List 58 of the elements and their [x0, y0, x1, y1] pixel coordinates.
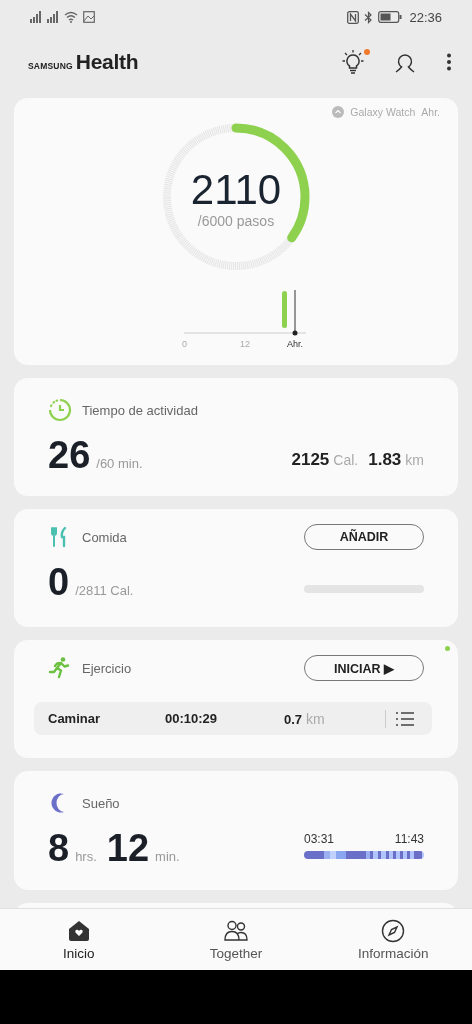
nav-tab[interactable]: Información	[314, 909, 472, 970]
distance-unit: km	[306, 710, 325, 727]
workout-type: Caminar	[48, 711, 102, 726]
sleep-card[interactable]: Sueño 8 hrs. 12 min. 03:31 11:43	[14, 771, 458, 890]
signal-icon	[47, 11, 59, 23]
axis-label: 12	[240, 339, 250, 349]
hours-unit: hrs.	[75, 849, 97, 864]
calories-unit: Cal.	[333, 452, 359, 468]
source-label: Galaxy Watch	[350, 106, 416, 118]
more-options-icon[interactable]	[446, 53, 452, 71]
watch-icon	[332, 106, 345, 118]
sleep-minutes: 12	[106, 829, 150, 867]
steps-card[interactable]: Galaxy Watch Ahr. 2110 /6000 pasos 0 12 Ahr.	[14, 98, 458, 365]
card-title: Ejercicio	[82, 660, 132, 676]
bluetooth-icon	[364, 10, 374, 24]
axis-label: Ahr.	[287, 339, 303, 349]
food-card[interactable]: Comida AÑADIR 0/2811 Cal.	[14, 509, 458, 627]
timer-icon	[48, 398, 72, 422]
nav-tab[interactable]: Inicio	[0, 909, 158, 970]
calories-value: 2125	[291, 450, 330, 470]
logo-text: SAMSUNG	[28, 61, 73, 71]
runner-icon	[48, 656, 72, 680]
step-count: 2110	[190, 169, 282, 211]
list-icon[interactable]	[396, 711, 414, 726]
signal-icon	[30, 11, 42, 23]
profile-icon[interactable]	[394, 51, 416, 73]
nfc-icon	[347, 10, 360, 24]
sleep-end-time: 11:43	[394, 832, 424, 846]
minutes-unit: min.	[155, 849, 180, 864]
workout-distance: 0.7	[284, 711, 303, 727]
axis-label: 0	[182, 339, 187, 349]
distance-unit: km	[405, 452, 424, 468]
card-title: Comida	[82, 529, 127, 545]
sleep-hours: 8	[48, 829, 70, 867]
last-workout-row[interactable]: Caminar 00:10:29 0.7 km	[34, 702, 432, 735]
workout-duration: 00:10:29	[165, 711, 219, 726]
clock-time: 22:36	[409, 9, 442, 25]
people-icon	[224, 918, 248, 943]
calorie-goal: /2811 Cal.	[75, 583, 134, 598]
nav-tab[interactable]: Together	[157, 909, 315, 970]
logo-text: Health	[75, 50, 139, 74]
card-title: Tiempo de actividad	[82, 402, 198, 418]
battery-icon	[378, 11, 403, 23]
activity-goal: /60 min.	[96, 456, 143, 471]
exercise-card[interactable]: Ejercicio INICIAR ▶ Caminar 00:10:29 0.7 km	[14, 640, 458, 758]
wifi-icon	[64, 11, 78, 23]
distance-value: 1.83	[368, 450, 402, 470]
image-icon	[83, 11, 95, 23]
calories-eaten: 0	[48, 563, 70, 601]
sleep-start-time: 03:31	[304, 832, 335, 846]
lightbulb-icon[interactable]	[342, 49, 364, 75]
card-title: Sueño	[82, 795, 120, 811]
activity-card[interactable]: Tiempo de actividad 26/60 min. 2125 Cal. 1.83 km	[14, 378, 458, 496]
compass-icon	[381, 918, 406, 943]
home-icon	[66, 918, 91, 943]
activity-minutes: 26	[48, 436, 91, 474]
step-goal: /6000 pasos	[197, 213, 275, 229]
sync-time: Ahr.	[421, 106, 440, 118]
